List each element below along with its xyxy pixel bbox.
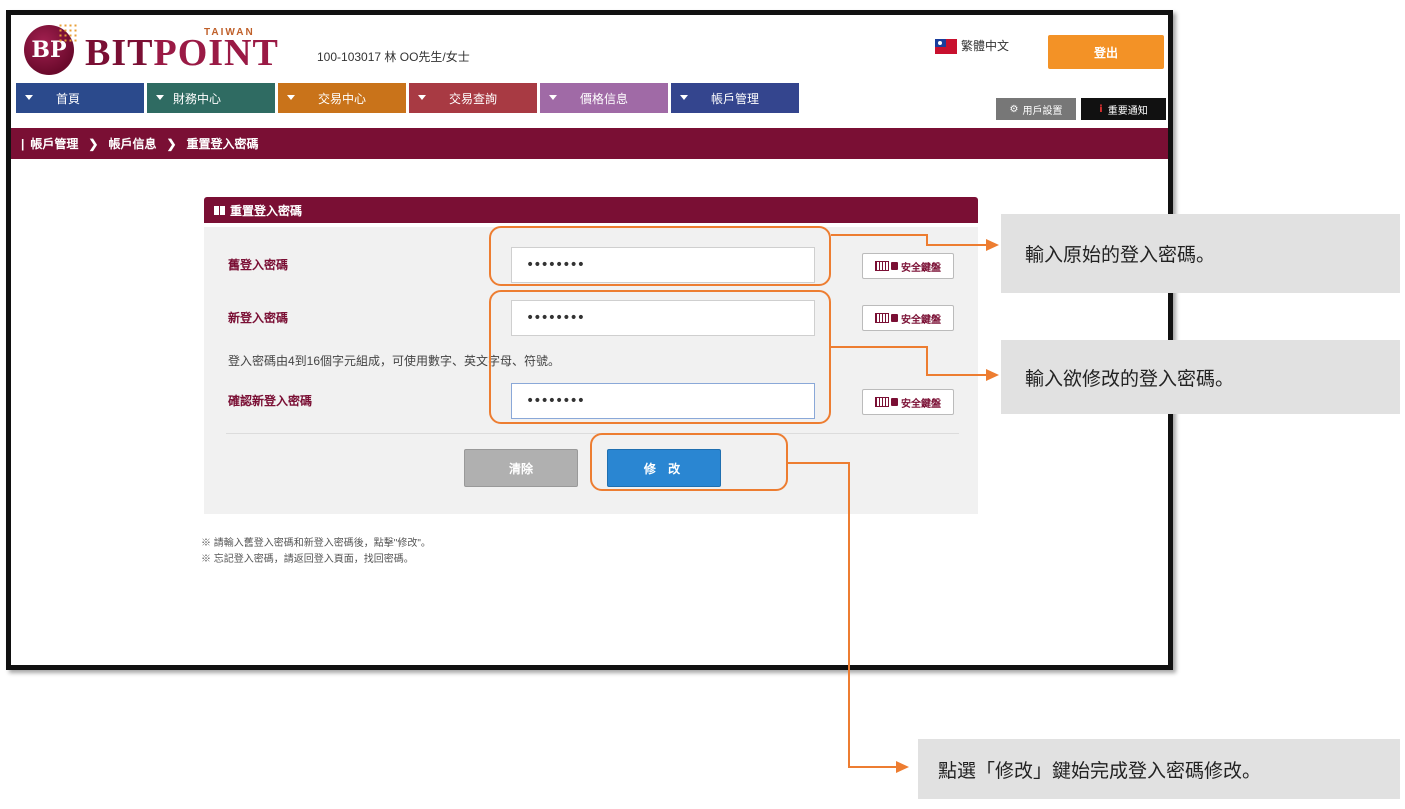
caret-down-icon — [680, 95, 688, 100]
important-notice-button[interactable]: i 重要通知 — [1081, 98, 1166, 120]
breadcrumb-account-management[interactable]: 帳戶管理 — [30, 135, 78, 152]
lock-icon — [891, 262, 898, 270]
logo-icon: BP — [24, 23, 78, 75]
keyboard-icon — [875, 313, 889, 323]
breadcrumb-reset-password: 重置登入密碼 — [186, 137, 259, 151]
callout-new-password: 輸入欲修改的登入密碼。 — [1001, 340, 1400, 414]
gear-icon: ⚙ — [1009, 103, 1019, 115]
nav-account-management[interactable]: 帳戶管理 — [671, 83, 799, 113]
user-settings-button[interactable]: ⚙ 用戶設置 — [996, 98, 1076, 120]
caret-down-icon — [156, 95, 164, 100]
note-line: ※ 請輸入舊登入密碼和新登入密碼後，點擊"修改"。 — [201, 538, 431, 549]
language-selector[interactable]: 繁體中文 — [961, 37, 1009, 54]
breadcrumb-account-info[interactable]: 帳戶信息 — [108, 135, 156, 152]
connector-line — [848, 462, 850, 768]
highlight-new-password — [489, 290, 831, 424]
nav-finance-center[interactable]: 財務中心 — [147, 83, 275, 113]
nav-trade-center[interactable]: 交易中心 — [278, 83, 406, 113]
connector-line — [831, 346, 928, 348]
clear-button[interactable]: 清除 — [464, 449, 578, 487]
caret-down-icon — [25, 95, 33, 100]
logo-wordmark: BITPOINT — [85, 32, 279, 74]
lock-icon — [891, 398, 898, 406]
info-icon: i — [1099, 103, 1103, 115]
grid-icon — [214, 205, 225, 215]
logout-button[interactable]: 登出 — [1048, 35, 1164, 69]
arrow-right-icon — [986, 369, 999, 381]
connector-line — [926, 346, 928, 376]
caret-down-icon — [418, 95, 426, 100]
nav-trade-query[interactable]: 交易查詢 — [409, 83, 537, 113]
connector-line — [926, 244, 988, 246]
keyboard-icon — [875, 261, 889, 271]
old-password-label: 舊登入密碼 — [228, 258, 289, 272]
caret-down-icon — [287, 95, 295, 100]
confirm-password-label: 確認新登入密碼 — [228, 394, 313, 408]
arrow-right-icon — [896, 761, 909, 773]
connector-line — [831, 234, 928, 236]
connector-line — [926, 374, 988, 376]
callout-modify: 點選「修改」鍵始完成登入密碼修改。 — [918, 739, 1400, 799]
new-password-label: 新登入密碼 — [228, 311, 289, 325]
callout-old-password: 輸入原始的登入密碼。 — [1001, 214, 1400, 293]
lock-icon — [891, 314, 898, 322]
caret-down-icon — [549, 95, 557, 100]
nav-home[interactable]: 首頁 — [16, 83, 144, 113]
secure-keyboard-button-confirm[interactable]: 安全鍵盤 — [862, 389, 954, 415]
tutorial-stage: BP BITPOINT TAIWAN 100-103017 林 OO先生/女士 … — [0, 0, 1405, 809]
form-divider — [226, 433, 959, 434]
chevron-right-icon: ❯ — [88, 136, 99, 151]
arrow-right-icon — [986, 239, 999, 251]
logo-region: TAIWAN — [204, 27, 255, 38]
flag-icon[interactable] — [935, 39, 957, 54]
highlight-modify-button — [590, 433, 788, 491]
breadcrumb: | 帳戶管理 ❯ 帳戶信息 ❯ 重置登入密碼 — [11, 128, 1168, 159]
chevron-right-icon: ❯ — [166, 136, 177, 151]
panel-title: 重置登入密碼 — [204, 197, 978, 223]
secure-keyboard-button-old[interactable]: 安全鍵盤 — [862, 253, 954, 279]
account-info: 100-103017 林 OO先生/女士 — [317, 50, 470, 64]
secure-keyboard-button-new[interactable]: 安全鍵盤 — [862, 305, 954, 331]
keyboard-icon — [875, 397, 889, 407]
connector-line — [788, 462, 850, 464]
highlight-old-password — [489, 226, 831, 286]
nav-price-info[interactable]: 價格信息 — [540, 83, 668, 113]
note-line: ※ 忘記登入密碼，請返回登入頁面，找回密碼。 — [201, 554, 414, 565]
connector-line — [848, 766, 898, 768]
